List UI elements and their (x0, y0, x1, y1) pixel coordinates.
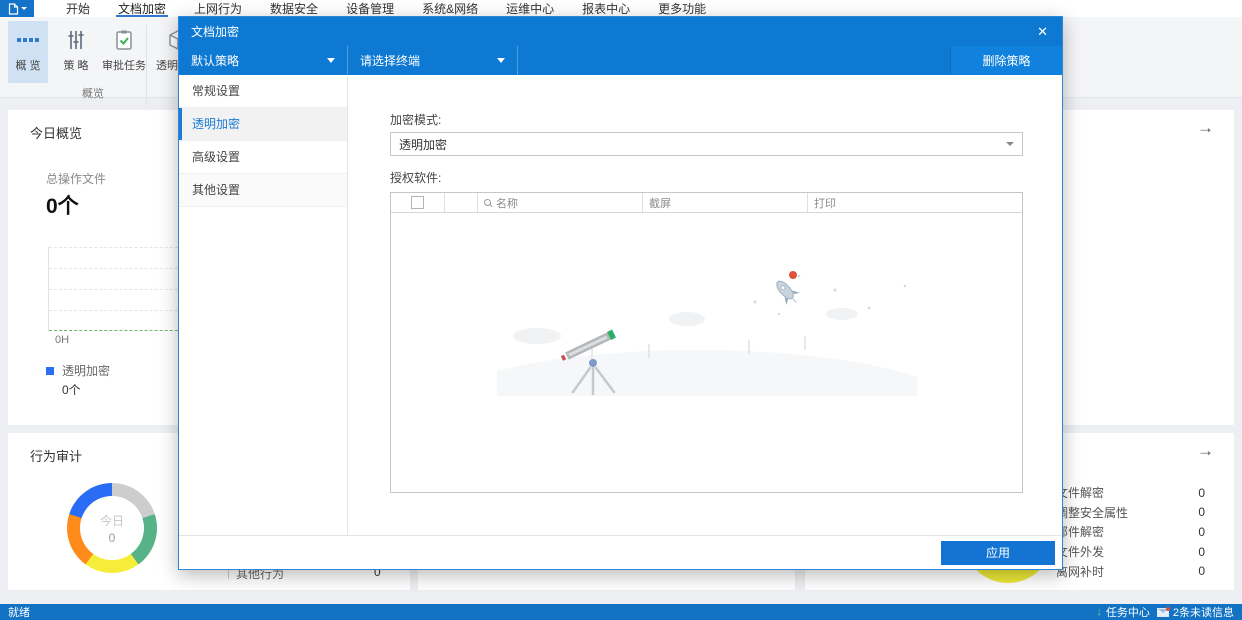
panel-today-overview-title: 今日概览 (30, 126, 83, 141)
nav-item-advanced-settings[interactable]: 高级设置 (179, 141, 347, 174)
red-planet-dot (789, 271, 797, 279)
chart-x-label: 0H (55, 334, 70, 346)
donut-center-label: 今日 (99, 513, 124, 528)
delete-policy-button[interactable]: 删除策略 (950, 46, 1062, 75)
apply-button[interactable]: 应用 (941, 540, 1055, 565)
download-arrow-icon (1096, 606, 1102, 618)
doc-encryption-dialog: 文档加密 ✕ 默认策略 请选择终端 删除策略 常规设置 透明加密 高级设置 其他… (178, 16, 1063, 570)
authorized-software-label: 授权软件: (390, 171, 442, 185)
nav-item-other-settings[interactable]: 其他设置 (179, 174, 347, 207)
menu-item-doc-encryption[interactable]: 文档加密 (104, 0, 180, 17)
unread-messages-button[interactable]: 2条未读信息 (1156, 604, 1234, 620)
authorized-software-table: 名称 截屏 打印 (390, 192, 1023, 493)
arrow-right-icon[interactable] (1197, 441, 1214, 461)
header-screenshot-cell[interactable]: 截屏 (643, 193, 808, 212)
legend-value: 0个 (62, 383, 81, 397)
tool-approval-tasks[interactable]: 审批任务 (100, 21, 148, 83)
tool-policy-label: 策 略 (63, 60, 89, 72)
tool-policy[interactable]: 策 略 (56, 21, 96, 83)
list-item: 邮件解密 0 (1056, 524, 1205, 540)
ribbon-group-label: 概览 (82, 88, 104, 100)
menu-item-report-center[interactable]: 报表中心 (568, 0, 644, 17)
tool-overview[interactable]: 概 览 (8, 21, 48, 83)
list-item: 文件解密 0 (1056, 485, 1205, 501)
tool-overview-label: 概 览 (15, 60, 41, 72)
chevron-down-icon (497, 58, 505, 63)
document-icon (8, 2, 18, 15)
encrypt-mode-select[interactable]: 透明加密 (390, 132, 1023, 156)
header-checkbox-cell (391, 193, 445, 212)
dialog-title: 文档加密 (191, 25, 240, 39)
behavior-audit-donut-center: 今日 0 (67, 483, 157, 573)
menu-item-device-mgmt[interactable]: 设备管理 (332, 0, 408, 17)
legend-label: 透明加密 (62, 364, 111, 378)
app-menu-button[interactable] (0, 0, 34, 17)
task-center-label: 任务中心 (1105, 607, 1150, 619)
menu-item-start[interactable]: 开始 (52, 0, 104, 17)
status-right-group: 任务中心 2条未读信息 (1096, 604, 1234, 620)
mail-icon (1156, 606, 1170, 617)
empty-state-illustration (497, 271, 917, 396)
terminal-dropdown[interactable]: 请选择终端 (348, 46, 518, 75)
table-body-empty (391, 213, 1022, 493)
header-blank-cell (445, 193, 478, 212)
dialog-nav: 常规设置 透明加密 高级设置 其他设置 (179, 75, 348, 535)
menu-item-web-behavior[interactable]: 上网行为 (180, 0, 256, 17)
close-icon[interactable]: ✕ (1035, 24, 1050, 40)
tool-approval-tasks-label: 审批任务 (102, 60, 146, 72)
select-all-checkbox[interactable] (411, 196, 424, 209)
panel-behavior-audit-title: 行为审计 (30, 449, 83, 464)
menu-bar: 开始 文档加密 上网行为 数据安全 设备管理 系统&网络 运维中心 报表中心 更… (0, 0, 1242, 17)
sliders-icon (65, 28, 87, 52)
terminal-dropdown-placeholder: 请选择终端 (360, 54, 421, 68)
dialog-body: 常规设置 透明加密 高级设置 其他设置 加密模式: 透明加密 授权软件: 名称 (179, 75, 1062, 535)
menu-item-data-security[interactable]: 数据安全 (256, 0, 332, 17)
ribbon-group-divider (146, 25, 147, 105)
dialog-titlebar: 文档加密 ✕ (179, 17, 1062, 46)
header-name-cell[interactable]: 名称 (478, 193, 643, 212)
task-center-button[interactable]: 任务中心 (1096, 604, 1150, 620)
encrypt-mode-value: 透明加密 (399, 137, 448, 152)
policy-dropdown[interactable]: 默认策略 (179, 46, 348, 75)
table-header: 名称 截屏 打印 (391, 193, 1022, 213)
menu-item-system-network[interactable]: 系统&网络 (408, 0, 492, 17)
chevron-down-icon (20, 7, 27, 10)
header-print-cell[interactable]: 打印 (808, 193, 1022, 212)
list-item: 文件外发 0 (1056, 544, 1205, 560)
dialog-filterbar: 默认策略 请选择终端 删除策略 (179, 46, 1062, 75)
nav-item-general-settings[interactable]: 常规设置 (179, 75, 347, 108)
dialog-content: 加密模式: 透明加密 授权软件: 名称 截屏 打印 (348, 75, 1062, 535)
legend-swatch-transparent-encryption (46, 367, 54, 375)
unread-messages-label: 2条未读信息 (1172, 607, 1234, 619)
encrypt-mode-label: 加密模式: (390, 113, 442, 127)
menu-item-more[interactable]: 更多功能 (644, 0, 720, 17)
status-bar: 就绪 任务中心 2条未读信息 (0, 604, 1242, 620)
menu-items: 开始 文档加密 上网行为 数据安全 设备管理 系统&网络 运维中心 报表中心 更… (52, 0, 720, 17)
list-item: 调整安全属性 0 (1056, 505, 1205, 520)
status-ready-text: 就绪 (8, 607, 30, 619)
approval-stats-list: 文件解密 0 调整安全属性 0 邮件解密 0 文件外发 0 离网补时 0 (1056, 483, 1205, 581)
clipboard-check-icon (113, 28, 135, 52)
policy-dropdown-value: 默认策略 (191, 54, 240, 68)
chevron-down-icon (1006, 142, 1014, 146)
chevron-down-icon (327, 58, 335, 63)
rocket-illustration (776, 280, 800, 305)
total-files-value: 0个 (46, 195, 79, 218)
total-files-label: 总操作文件 (46, 172, 107, 186)
nav-item-transparent-encryption[interactable]: 透明加密 (179, 108, 347, 141)
filterbar-spacer (518, 46, 950, 75)
grid-icon (17, 28, 39, 52)
arrow-right-icon[interactable] (1197, 118, 1214, 138)
donut-center-value: 0 (108, 530, 116, 545)
menu-item-ops-center[interactable]: 运维中心 (492, 0, 568, 17)
app-window: 开始 文档加密 上网行为 数据安全 设备管理 系统&网络 运维中心 报表中心 更… (0, 0, 1242, 620)
search-icon (484, 199, 491, 206)
dialog-bottombar: 应用 (179, 535, 1062, 569)
list-item: 离网补时 0 (1056, 564, 1205, 579)
